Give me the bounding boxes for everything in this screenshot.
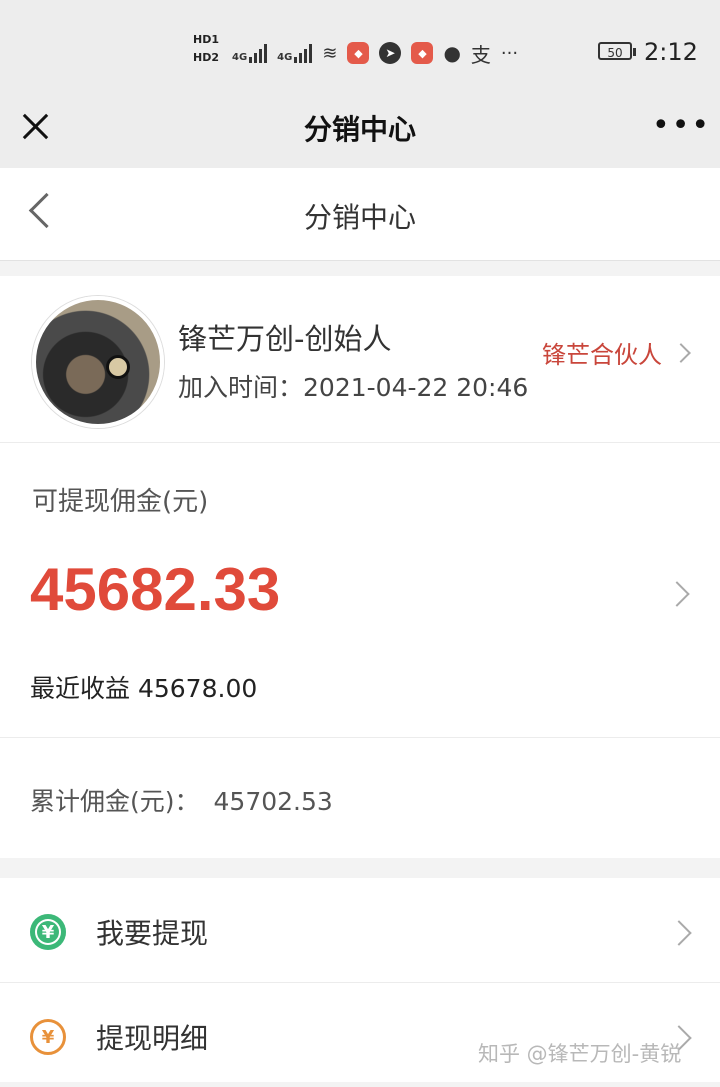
withdraw-coin-icon: ¥ — [30, 914, 66, 950]
page-title: 分销中心 — [303, 201, 416, 234]
signal2-label: 4G — [277, 52, 293, 63]
total-commission-row: 累计佣金(元)： 45702.53 — [0, 738, 720, 858]
recent-earnings-label: 最近收益 — [30, 674, 131, 703]
yuan-cycle-icon: ¥ — [30, 1019, 66, 1055]
partner-level-link[interactable]: 锋芒合伙人 — [542, 335, 691, 370]
avatar[interactable] — [32, 296, 164, 428]
chevron-right-icon — [664, 581, 690, 607]
page-header: 分销中心 — [0, 168, 720, 261]
withdraw-history-menu-item[interactable]: ¥ 提现明细 — [0, 983, 720, 1087]
join-time-value: 2021-04-22 20:46 — [303, 373, 529, 402]
chevron-right-icon — [671, 342, 691, 363]
compass-icon: ➤ — [379, 42, 402, 64]
join-time: 加入时间：2021-04-22 20:46 — [178, 368, 528, 404]
withdraw-history-label: 提现明细 — [96, 1022, 209, 1055]
recent-earnings-value: 45678.00 — [137, 674, 258, 703]
battery-level: 50 — [607, 46, 623, 60]
more-options-icon[interactable]: ••• — [652, 111, 711, 141]
partner-level-label: 锋芒合伙人 — [542, 341, 662, 369]
chevron-right-icon — [666, 920, 692, 946]
signal-icon-1: 4G — [232, 43, 268, 63]
total-commission-value: 45702.53 — [213, 787, 333, 816]
app-notification-icon: ◆ — [347, 42, 370, 64]
app-notification-icon-2: ◆ — [411, 42, 434, 64]
alipay-icon: 支 — [470, 42, 491, 67]
watermark: 知乎 @锋芒万创-黄锐 — [478, 1042, 682, 1066]
join-time-label: 加入时间： — [178, 373, 304, 402]
hd2-label: HD2 — [193, 51, 219, 64]
wechat-title: 分销中心 — [303, 113, 416, 146]
status-icons: 4G 4G ≋ ◆ ➤ ◆ ● 支 ··· — [232, 38, 518, 68]
withdrawable-commission-card[interactable]: 可提现佣金(元) 45682.33 最近收益 45678.00 — [0, 443, 720, 738]
total-commission: 累计佣金(元)： 45702.53 — [30, 782, 333, 818]
status-bar: HD1 HD2 4G 4G ≋ ◆ ➤ ◆ ● 支 ··· 50 2:12 — [0, 0, 720, 90]
profile-name: 锋芒万创-创始人 — [178, 322, 392, 356]
wechat-title-bar: 分销中心 ••• — [0, 90, 720, 168]
more-notifications-icon: ··· — [500, 42, 519, 64]
withdraw-label: 我要提现 — [96, 917, 209, 950]
signal-icon-2: 4G — [277, 43, 313, 63]
total-commission-label: 累计佣金(元)： — [30, 787, 200, 816]
battery-icon: 50 — [598, 42, 636, 60]
wifi-icon: ≋ — [322, 42, 338, 64]
recent-earnings: 最近收益 45678.00 — [30, 669, 257, 705]
withdraw-menu-item[interactable]: ¥ 我要提现 — [0, 878, 720, 983]
hd-indicator: HD1 HD2 — [193, 34, 219, 70]
withdrawable-label: 可提现佣金(元) — [32, 487, 209, 517]
hd1-label: HD1 — [193, 33, 219, 46]
signal1-label: 4G — [232, 52, 248, 63]
chat-bubble-icon: ● — [443, 41, 461, 65]
withdrawable-amount: 45682.33 — [30, 556, 281, 623]
profile-card: 锋芒万创-创始人 加入时间：2021-04-22 20:46 锋芒合伙人 — [0, 276, 720, 443]
clock: 2:12 — [644, 38, 698, 66]
